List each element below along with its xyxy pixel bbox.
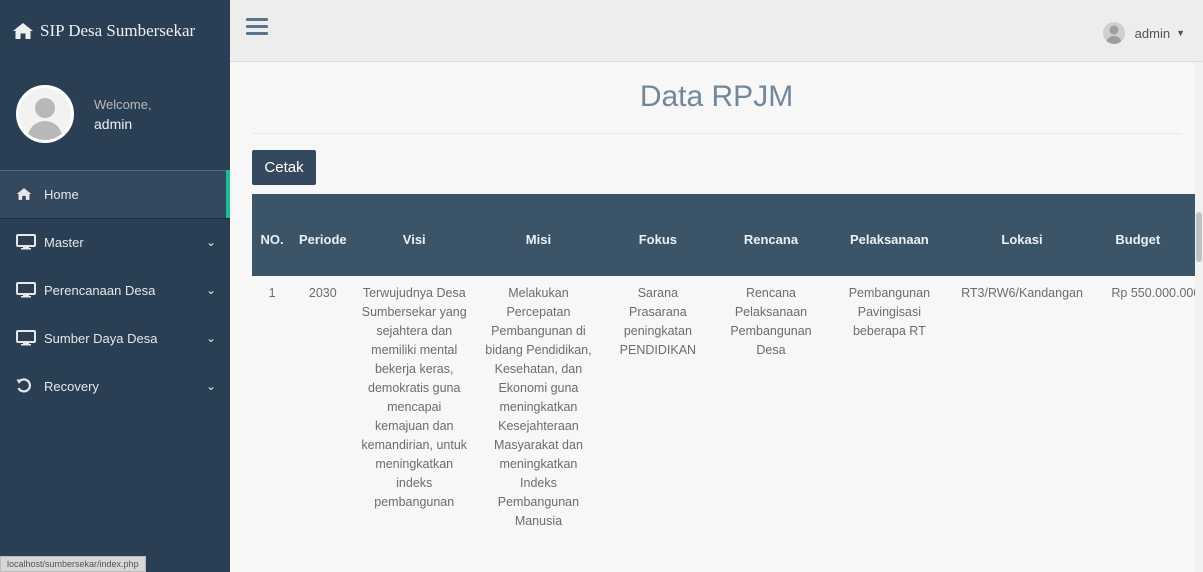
welcome-text: Welcome, — [94, 96, 152, 112]
cell-misi: Melakukan Percepatan Pembangunan di bida… — [485, 286, 592, 528]
sidebar-item-label: Perencanaan Desa — [44, 282, 156, 298]
column-header-periode: Periode — [298, 232, 347, 247]
user-avatar-icon — [1102, 22, 1125, 44]
sidebar-item-label: Recovery — [44, 378, 99, 394]
sidebar-item-perencanaan-desa[interactable]: Perencanaan Desa ⌄ — [0, 266, 230, 314]
cell-visi: Terwujudnya Desa Sumbersekar yang sejaht… — [361, 286, 468, 509]
sidebar-item-label: Master — [44, 234, 84, 250]
cell-rencana: Rencana Pelaksanaan Pembangunan Desa — [730, 286, 812, 357]
scrollbar-thumb[interactable] — [1196, 212, 1202, 262]
column-header-rencana: Rencana — [743, 232, 799, 247]
cell-lokasi: RT3/RW6/Kandangan — [961, 286, 1083, 300]
chevron-down-icon: ⌄ — [205, 283, 216, 297]
column-header-visi: Visi — [402, 232, 426, 247]
status-bar-url: localhost/sumbersekar/index.php — [0, 556, 146, 572]
sidebar-menu: Home Master ⌄ Perencanaan Desa ⌄ Sumber … — [0, 170, 230, 410]
column-header-pelaksanaan: Pelaksanaan — [849, 232, 929, 247]
rpjm-table: NO. Periode Visi Misi Fokus Rencana Pela… — [252, 194, 1203, 539]
main-content: Data RPJM Cetak NO. Periode Visi Misi Fo… — [230, 62, 1203, 572]
sidebar: SIP Desa Sumbersekar Welcome, admin Home… — [0, 0, 230, 572]
desktop-icon — [16, 282, 38, 298]
refresh-icon — [16, 378, 38, 394]
table-row: 1 2030 Terwujudnya Desa Sumbersekar yang… — [252, 276, 1203, 539]
sidebar-item-sumber-daya-desa[interactable]: Sumber Daya Desa ⌄ — [0, 314, 230, 362]
chevron-down-icon: ⌄ — [205, 235, 216, 249]
column-header-misi: Misi — [525, 232, 552, 247]
desktop-icon — [16, 234, 38, 250]
page-title: Data RPJM — [639, 80, 794, 113]
sidebar-item-label: Home — [44, 186, 79, 202]
column-header-no: NO. — [260, 232, 284, 247]
brand[interactable]: SIP Desa Sumbersekar — [0, 0, 230, 62]
profile-username: admin — [94, 115, 133, 132]
cell-no: 1 — [268, 286, 276, 300]
user-name: admin — [1134, 25, 1171, 41]
caret-down-icon: ▼ — [1176, 28, 1185, 38]
divider — [252, 133, 1181, 134]
user-dropdown[interactable]: admin ▼ — [1102, 22, 1185, 44]
desktop-icon — [16, 330, 38, 346]
profile: Welcome, admin — [0, 62, 230, 166]
avatar — [16, 85, 74, 143]
print-button[interactable]: Cetak — [252, 150, 316, 185]
top-navbar: admin ▼ — [230, 0, 1203, 62]
column-header-budget: Budget — [1115, 232, 1161, 247]
home-icon — [16, 187, 38, 201]
cell-budget: Rp 550.000.000,0 — [1111, 286, 1203, 300]
brand-title: SIP Desa Sumbersekar — [40, 20, 196, 40]
sidebar-item-master[interactable]: Master ⌄ — [0, 218, 230, 266]
sidebar-item-recovery[interactable]: Recovery ⌄ — [0, 362, 230, 410]
sidebar-item-label: Sumber Daya Desa — [44, 330, 158, 346]
hamburger-menu-icon[interactable] — [246, 18, 268, 38]
column-header-fokus: Fokus — [638, 232, 678, 247]
home-icon — [12, 22, 34, 40]
page-scrollbar[interactable] — [1195, 62, 1203, 572]
column-header-lokasi: Lokasi — [1001, 232, 1043, 247]
cell-pelaksanaan: Pembangunan Pavingisasi beberapa RT — [848, 286, 931, 338]
table-header-row: NO. Periode Visi Misi Fokus Rencana Pela… — [252, 194, 1203, 276]
sidebar-item-home[interactable]: Home — [0, 170, 230, 218]
cell-fokus: Sarana Prasarana peningkatan PENDIDIKAN — [619, 286, 697, 357]
cell-periode: 2030 — [308, 286, 337, 300]
chevron-down-icon: ⌄ — [205, 331, 216, 345]
chevron-down-icon: ⌄ — [205, 379, 216, 393]
